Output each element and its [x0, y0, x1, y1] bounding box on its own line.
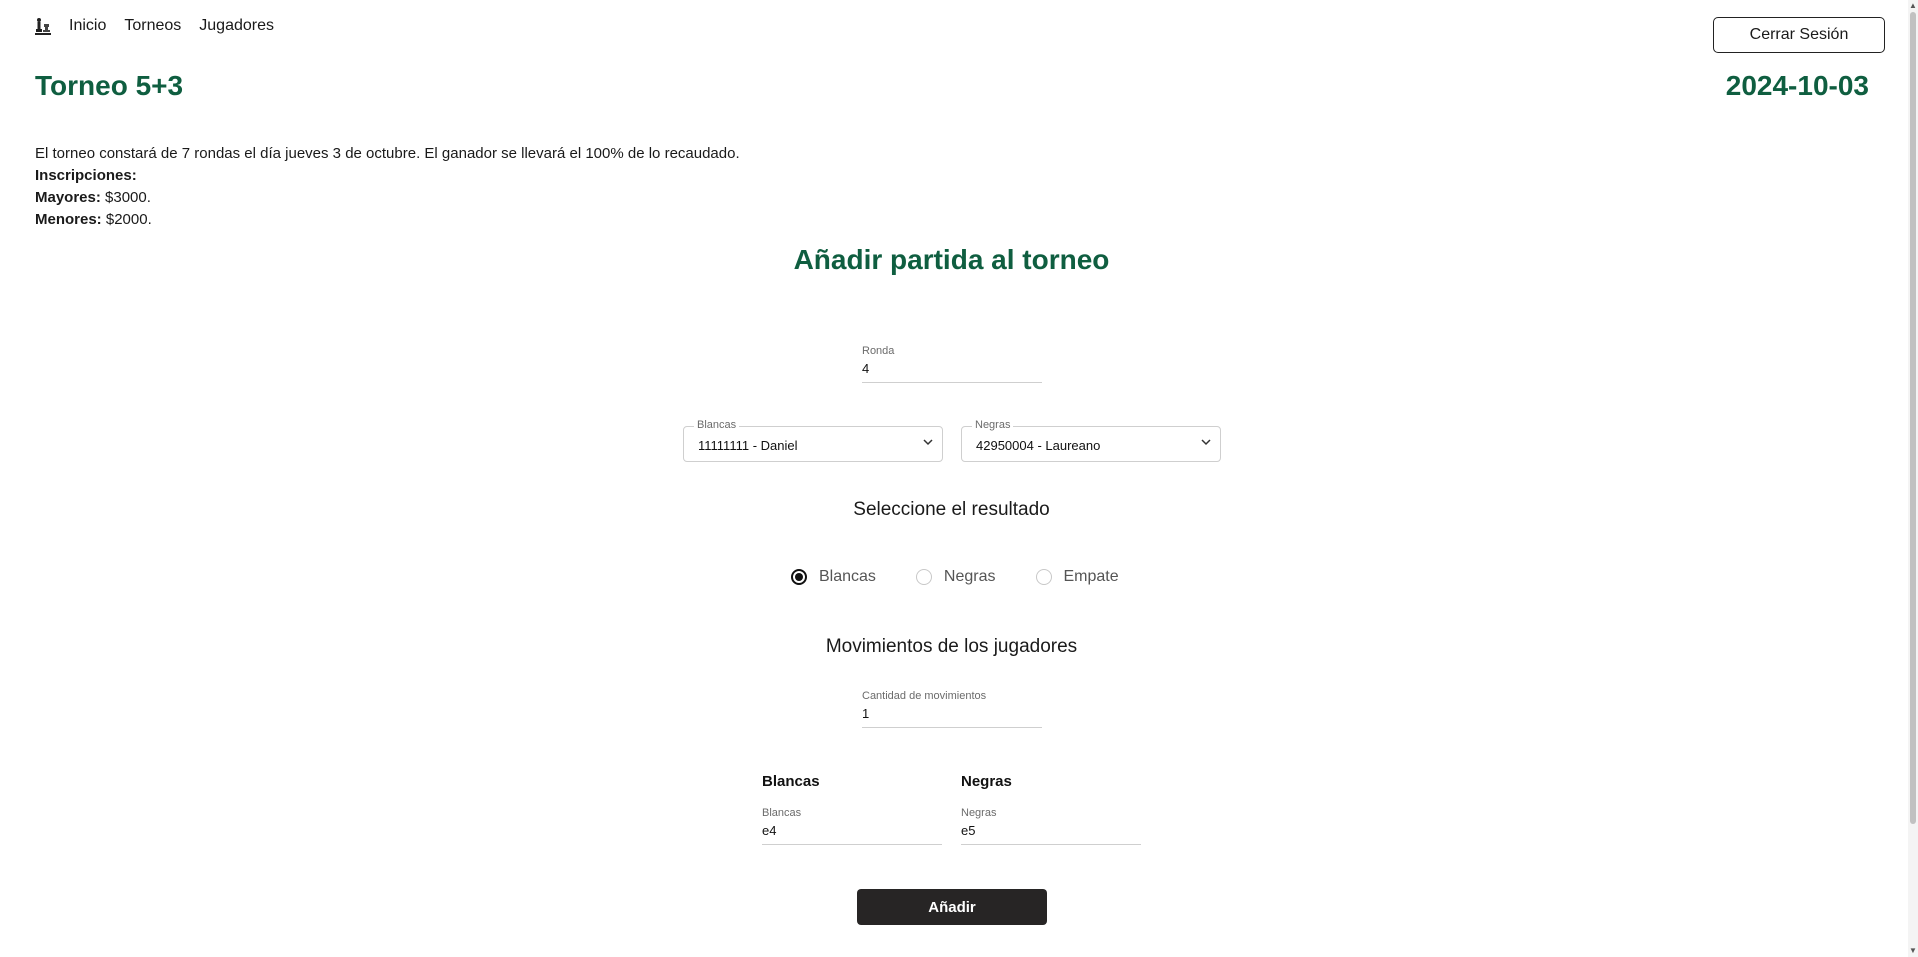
nav-link-inicio[interactable]: Inicio	[69, 17, 106, 35]
radio-button[interactable]	[915, 569, 932, 585]
chess-pieces-icon[interactable]	[35, 17, 51, 35]
inscriptions-label: Inscripciones:	[35, 167, 137, 184]
black-player-select[interactable]: Negras 42950004 - Laureano	[961, 419, 1221, 462]
result-option-empate[interactable]: Empate	[1035, 568, 1119, 586]
white-move-label: Blancas	[762, 807, 802, 819]
round-label: Ronda	[862, 345, 895, 357]
moves-heading: Movimientos de los jugadores	[825, 636, 1078, 657]
white-move-input[interactable]: e4	[762, 819, 942, 845]
page: Inicio Torneos Jugadores Cerrar Sesión ▲…	[0, 0, 1918, 957]
black-move-field[interactable]: Negras e5	[961, 807, 1141, 845]
result-option-label: Negras	[943, 568, 996, 585]
tournament-title: Torneo 5+3	[35, 70, 184, 101]
result-option-label: Blancas	[819, 568, 876, 585]
add-game-heading: Añadir partida al torneo	[793, 244, 1110, 275]
black-select-label: Negras	[972, 419, 1014, 431]
adults-label: Mayores:	[35, 189, 101, 206]
minors-price: $2000.	[101, 211, 152, 228]
chevron-down-icon[interactable]	[922, 436, 934, 448]
black-move-input[interactable]: e5	[961, 819, 1141, 845]
white-select-value[interactable]: 11111111 - Daniel	[698, 438, 798, 453]
page-scrollbar[interactable]: ▲ ▼	[1908, 0, 1918, 957]
result-option-blancas[interactable]: Blancas	[791, 568, 876, 586]
nav-link-jugadores[interactable]: Jugadores	[199, 17, 274, 35]
radio-button-selected[interactable]	[791, 569, 807, 585]
white-player-select[interactable]: Blancas 11111111 - Daniel	[683, 419, 943, 462]
black-moves-heading: Negras	[961, 773, 1012, 790]
tournament-description: El torneo constará de 7 rondas el día ju…	[35, 143, 740, 231]
result-heading: Seleccione el resultado	[853, 499, 1050, 520]
scroll-down-icon[interactable]: ▼	[1909, 947, 1917, 955]
white-select-label: Blancas	[694, 419, 740, 431]
adults-price: $3000.	[100, 189, 151, 206]
moves-count-label: Cantidad de movimientos	[862, 690, 987, 702]
white-move-field[interactable]: Blancas e4	[762, 807, 942, 845]
white-moves-heading: Blancas	[762, 773, 820, 790]
moves-count-field[interactable]: Cantidad de movimientos 1	[862, 690, 1042, 728]
round-field[interactable]: Ronda 4	[862, 345, 1042, 383]
top-nav: Inicio Torneos Jugadores	[35, 17, 274, 35]
minors-label: Menores:	[35, 211, 102, 228]
scrollbar-thumb[interactable]	[1910, 12, 1916, 824]
add-game-button[interactable]: Añadir	[857, 889, 1047, 925]
radio-button[interactable]	[1035, 569, 1052, 585]
round-input[interactable]: 4	[862, 357, 1042, 383]
moves-count-input[interactable]: 1	[862, 702, 1042, 728]
tournament-date: 2024-10-03	[1725, 70, 1869, 101]
result-radio-group: Blancas Negras Empate	[791, 568, 1159, 586]
black-move-label: Negras	[961, 807, 997, 819]
description-text: El torneo constará de 7 rondas el día ju…	[35, 145, 740, 162]
scroll-up-icon[interactable]: ▲	[1909, 2, 1917, 10]
result-option-label: Empate	[1063, 568, 1119, 585]
nav-link-torneos[interactable]: Torneos	[124, 17, 181, 35]
black-select-value[interactable]: 42950004 - Laureano	[976, 438, 1100, 453]
result-option-negras[interactable]: Negras	[915, 568, 996, 586]
logout-button[interactable]: Cerrar Sesión	[1713, 17, 1885, 53]
chevron-down-icon[interactable]	[1200, 436, 1212, 448]
